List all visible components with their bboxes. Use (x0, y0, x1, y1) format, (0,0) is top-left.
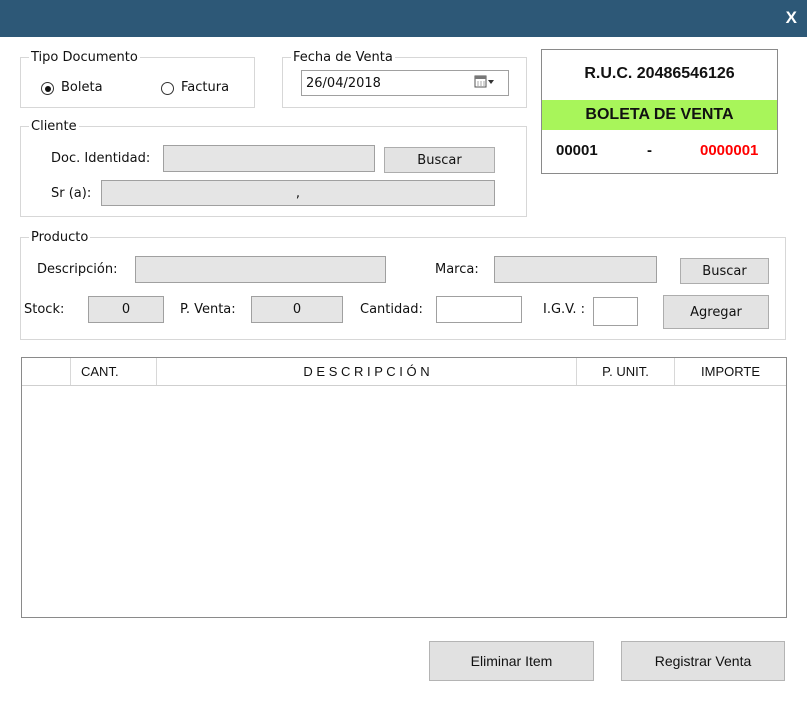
stock-label: Stock: (24, 302, 65, 317)
nombre-cliente-value: , (295, 185, 301, 201)
precio-venta-field: 0 (251, 296, 343, 323)
doc-identidad-label: Doc. Identidad: (51, 151, 151, 166)
title-bar: X (0, 0, 807, 37)
igv-label: I.G.V. : (543, 302, 586, 317)
stock-field: 0 (88, 296, 164, 323)
doc-identidad-input[interactable] (163, 145, 375, 172)
precio-venta-label: P. Venta: (180, 302, 236, 317)
detalle-grid[interactable]: CANT. D E S C R I P C I Ó N P. UNIT. IMP… (21, 357, 787, 618)
boleta-radio[interactable] (41, 82, 54, 95)
agregar-button[interactable]: Agregar (663, 295, 769, 329)
grid-header-cantidad[interactable]: CANT. (71, 358, 157, 385)
calendar-dropdown-icon[interactable] (474, 75, 496, 93)
descripcion-input[interactable] (135, 256, 386, 283)
grid-header-selector (22, 358, 71, 385)
doc-type-banner: BOLETA DE VENTA (542, 100, 777, 130)
correlativo-number: 0000001 (700, 142, 759, 159)
producto-legend: Producto (31, 230, 89, 245)
grid-header: CANT. D E S C R I P C I Ó N P. UNIT. IMP… (22, 358, 786, 386)
eliminar-item-button[interactable]: Eliminar Item (429, 641, 594, 681)
serie-number: 00001 (556, 142, 598, 159)
close-button[interactable]: X (786, 8, 797, 28)
marca-label: Marca: (435, 262, 479, 277)
tipo-documento-group: Tipo Documento (20, 50, 255, 108)
grid-header-descripcion[interactable]: D E S C R I P C I Ó N (157, 358, 577, 385)
grid-header-precio-unitario[interactable]: P. UNIT. (577, 358, 675, 385)
buscar-cliente-button[interactable]: Buscar (384, 147, 495, 173)
cantidad-label: Cantidad: (360, 302, 423, 317)
fecha-venta-value: 26/04/2018 (306, 75, 381, 91)
factura-radio[interactable] (161, 82, 174, 95)
grid-header-importe[interactable]: IMPORTE (675, 358, 786, 385)
registrar-venta-button[interactable]: Registrar Venta (621, 641, 785, 681)
factura-label[interactable]: Factura (181, 80, 229, 95)
cliente-legend: Cliente (31, 119, 77, 134)
ruc-panel: R.U.C. 20486546126 BOLETA DE VENTA 00001… (541, 49, 778, 174)
cantidad-input[interactable] (436, 296, 522, 323)
marca-input[interactable] (494, 256, 657, 283)
boleta-label[interactable]: Boleta (61, 80, 103, 95)
buscar-producto-button[interactable]: Buscar (680, 258, 769, 284)
nombre-label: Sr (a): (51, 186, 92, 201)
serie-separator: - (647, 142, 652, 159)
igv-input[interactable] (593, 297, 638, 326)
nombre-cliente-input[interactable]: , (101, 180, 495, 206)
descripcion-label: Descripción: (37, 262, 118, 277)
fecha-venta-legend: Fecha de Venta (293, 50, 393, 65)
ruc-number: R.U.C. 20486546126 (584, 65, 735, 82)
tipo-documento-legend: Tipo Documento (31, 50, 138, 65)
